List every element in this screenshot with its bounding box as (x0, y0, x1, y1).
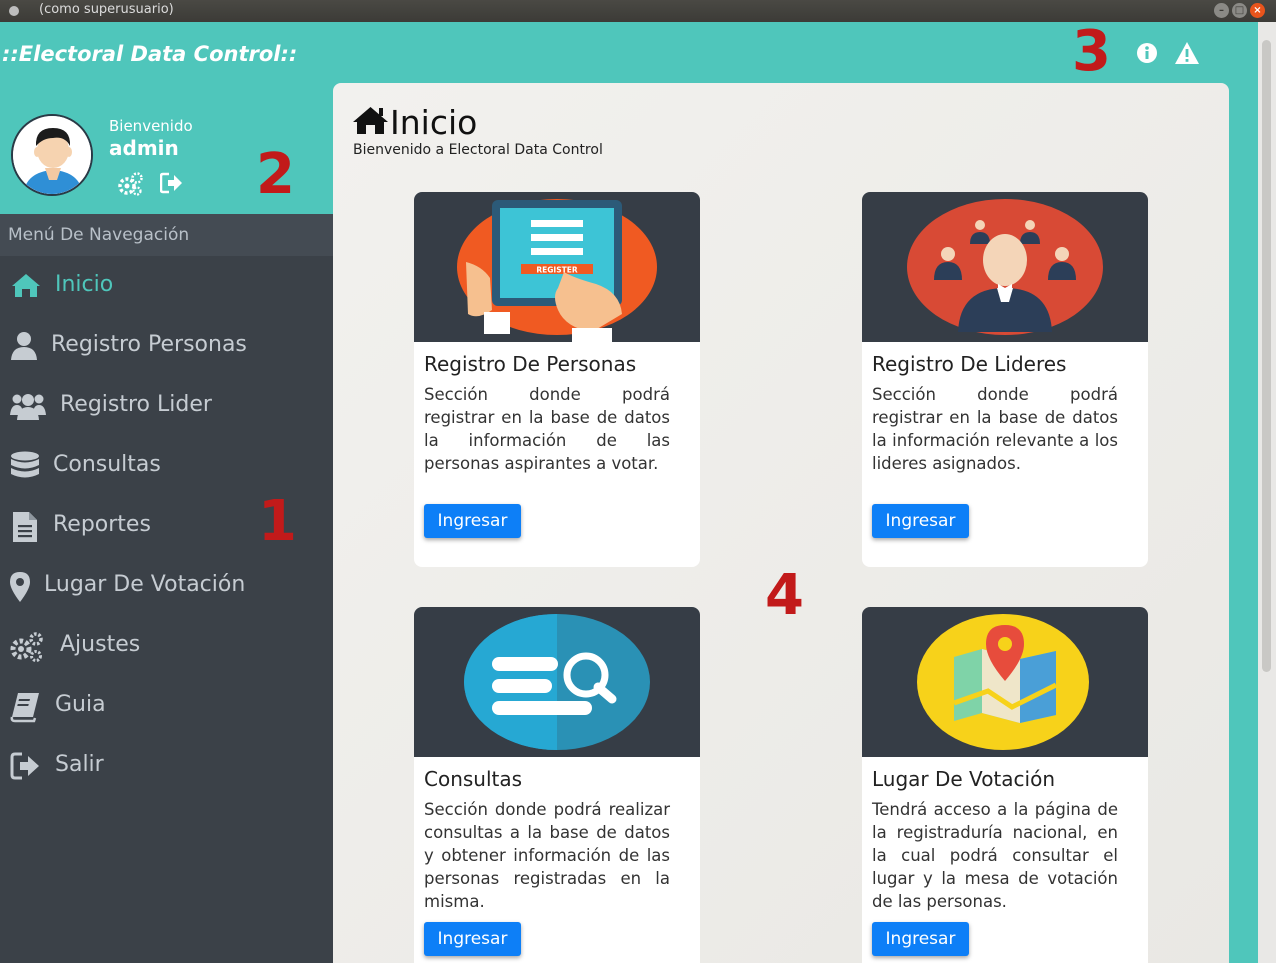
annotation-2: 2 (256, 142, 295, 207)
sidebar-item-inicio[interactable]: Inicio (0, 256, 333, 316)
card-image-map (862, 607, 1148, 757)
sidebar-item-label: Salir (55, 752, 104, 777)
sidebar-item-label: Lugar De Votación (44, 572, 246, 597)
card-description: Sección donde podrá registrar en la base… (424, 385, 670, 473)
sidebar-navigation: Menú De Navegación Inicio Registro Perso… (0, 214, 333, 963)
card-lugar-de-votacion: Lugar De Votación Tendrá acceso a la pág… (862, 607, 1148, 963)
logout-icon (10, 751, 42, 781)
sidebar-item-consultas[interactable]: Consultas (0, 436, 333, 496)
users-icon (10, 391, 46, 421)
card-description: Sección donde podrá realizar consultas a… (424, 800, 670, 911)
window-app-icon (9, 6, 19, 16)
scrollbar-thumb[interactable] (1262, 40, 1271, 672)
sidebar-item-label: Reportes (53, 512, 151, 537)
ingresar-button[interactable]: Ingresar (424, 922, 521, 956)
card-description: Tendrá acceso a la página de la registra… (872, 800, 1118, 911)
map-marker-icon (10, 571, 42, 602)
ingresar-button[interactable]: Ingresar (872, 922, 969, 956)
maximize-button[interactable]: □ (1232, 3, 1247, 18)
card-image-register: REGISTER (414, 192, 700, 342)
card-title: Registro De Lideres (872, 352, 1067, 376)
card-consultas: Consultas Sección donde podrá realizar c… (414, 607, 700, 963)
annotation-4: 4 (765, 563, 804, 628)
sidebar-item-registro-lider[interactable]: Registro Lider (0, 376, 333, 436)
main-content: Inicio Bienvenido a Electoral Data Contr… (333, 83, 1229, 963)
sidebar-item-label: Registro Lider (60, 392, 212, 417)
sidebar-item-label: Ajustes (60, 632, 141, 657)
app-title: ::Electoral Data Control:: (2, 42, 298, 66)
card-title: Registro De Personas (424, 352, 637, 376)
app-window: ::Electoral Data Control:: 3 Bienvenido … (0, 22, 1258, 963)
annotation-1: 1 (258, 489, 297, 554)
register-label: REGISTER (536, 266, 577, 275)
sidebar-item-registro-personas[interactable]: Registro Personas (0, 316, 333, 376)
home-icon (352, 105, 389, 139)
card-description: Sección donde podrá registrar en la base… (872, 385, 1118, 473)
minimize-button[interactable]: – (1214, 3, 1229, 18)
window-title-bar: (como superusuario) – □ × (0, 0, 1276, 22)
nav-header: Menú De Navegación (0, 214, 333, 256)
card-image-leaders (862, 192, 1148, 342)
vertical-scrollbar[interactable] (1258, 22, 1276, 963)
sidebar-item-guia[interactable]: Guia (0, 676, 333, 736)
sidebar-item-label: Guia (55, 692, 106, 717)
page-subtitle: Bienvenido a Electoral Data Control (353, 142, 603, 158)
logout-icon[interactable] (159, 172, 184, 196)
card-image-search (414, 607, 700, 757)
sidebar-item-ajustes[interactable]: Ajustes (0, 616, 333, 676)
warning-icon[interactable] (1174, 40, 1200, 66)
user-icon (10, 331, 42, 361)
page-title: Inicio (390, 103, 478, 142)
settings-gear-icon[interactable] (118, 172, 143, 196)
annotation-3: 3 (1072, 22, 1111, 84)
sidebar-item-label: Registro Personas (51, 332, 247, 357)
sidebar-item-salir[interactable]: Salir (0, 736, 333, 796)
card-registro-personas: REGISTER Registro De Personas Sección do… (414, 192, 700, 567)
avatar (11, 114, 93, 196)
ingresar-button[interactable]: Ingresar (424, 504, 521, 538)
username-label: admin (109, 136, 179, 160)
card-registro-lideres: Registro De Lideres Sección donde podrá … (862, 192, 1148, 567)
user-profile-panel: Bienvenido admin 2 (0, 82, 333, 214)
info-icon[interactable] (1134, 40, 1160, 66)
window-title: (como superusuario) (39, 2, 174, 17)
sidebar-item-label: Inicio (55, 272, 114, 297)
close-button[interactable]: × (1250, 3, 1265, 18)
card-title: Lugar De Votación (872, 767, 1055, 791)
home-icon (10, 271, 42, 301)
sidebar-item-label: Consultas (53, 452, 161, 477)
welcome-label: Bienvenido (109, 117, 193, 135)
database-icon (10, 451, 42, 481)
book-icon (10, 691, 42, 723)
gears-icon (10, 631, 43, 662)
card-title: Consultas (424, 767, 523, 791)
ingresar-button[interactable]: Ingresar (872, 504, 969, 538)
file-icon (10, 511, 42, 542)
sidebar-item-lugar-de-votacion[interactable]: Lugar De Votación (0, 556, 333, 616)
